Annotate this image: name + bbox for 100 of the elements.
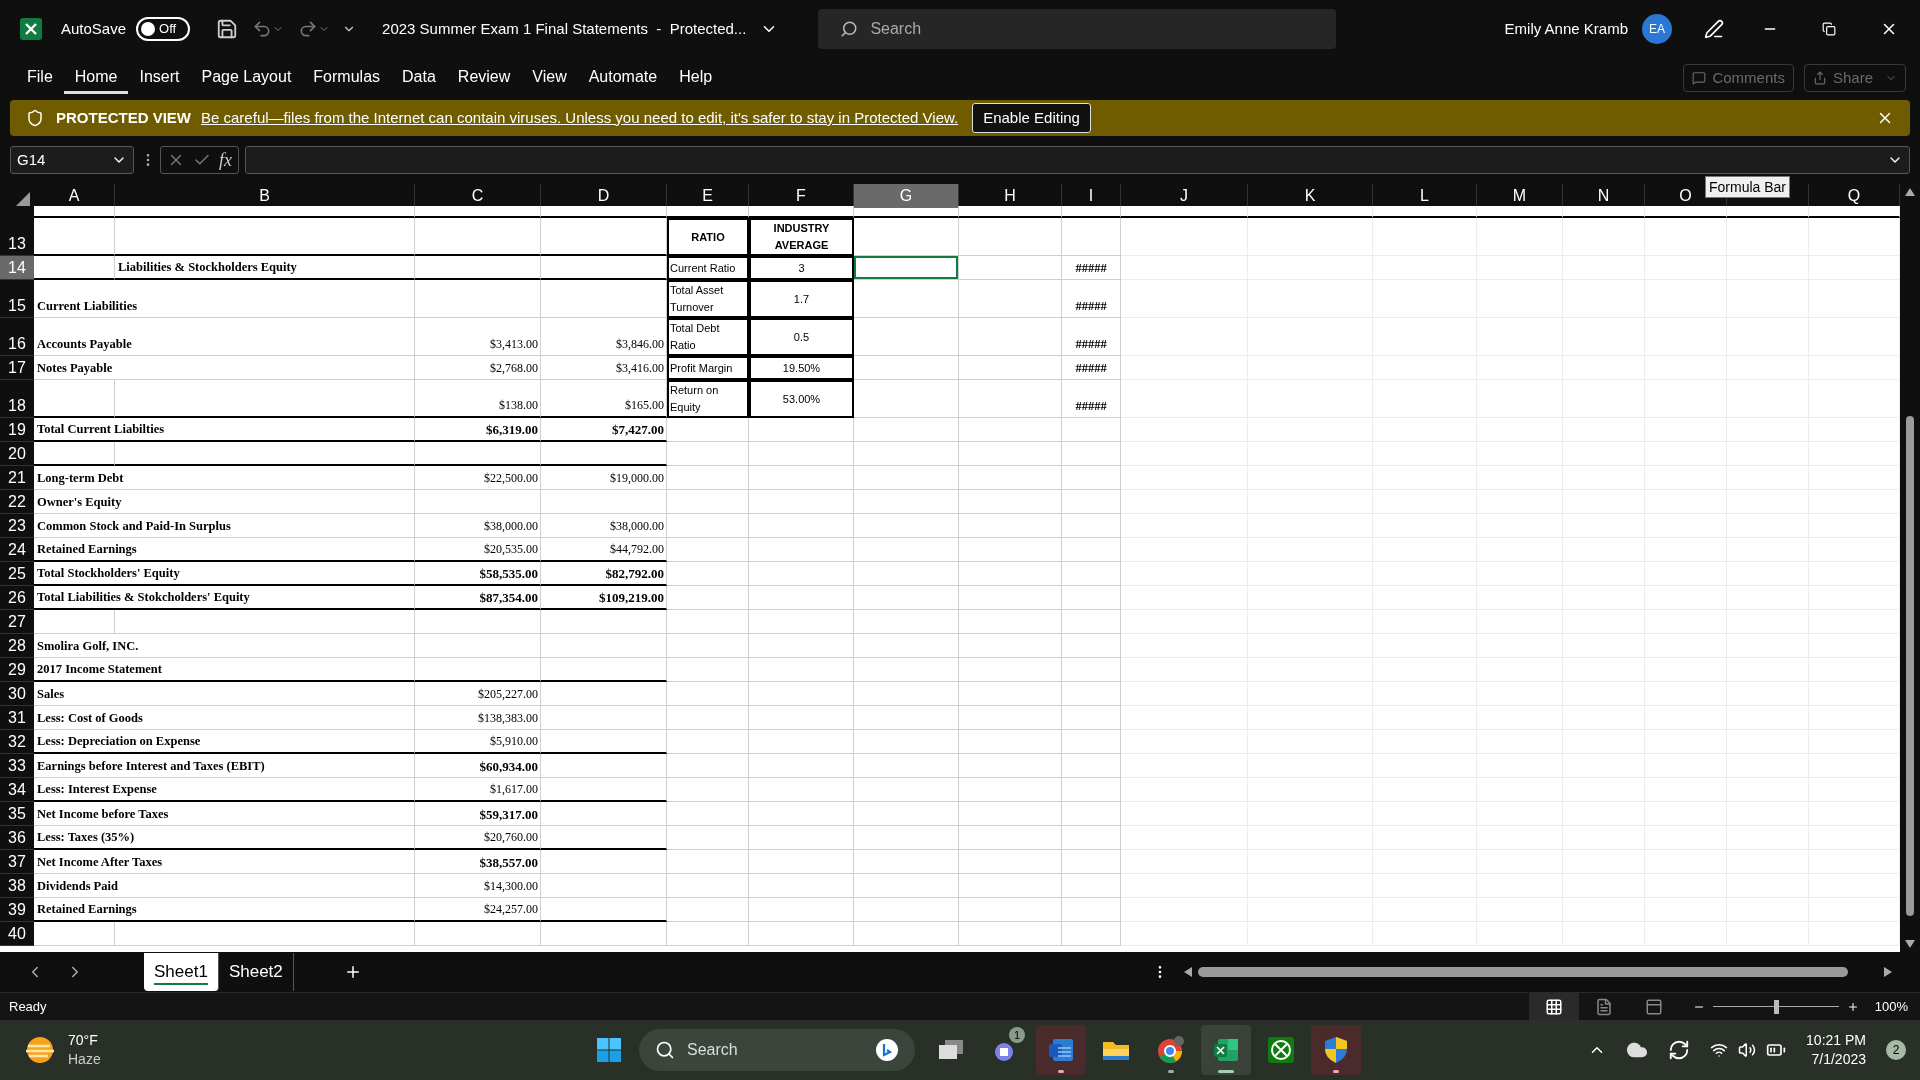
enable-editing-button[interactable]: Enable Editing	[972, 103, 1091, 133]
sheet-cell: Owner's Equity	[34, 490, 415, 514]
column-header[interactable]: J	[1121, 184, 1248, 208]
taskbar-button[interactable]	[1311, 1025, 1361, 1075]
formula-input[interactable]	[245, 146, 1910, 174]
column-header[interactable]: D	[541, 184, 667, 208]
save-icon[interactable]	[216, 18, 239, 40]
name-box[interactable]: G14	[10, 146, 134, 174]
column-header[interactable]: I	[1062, 184, 1121, 208]
row-header[interactable]: 21	[0, 466, 34, 490]
row-header[interactable]: 16	[0, 318, 34, 356]
row-header[interactable]: 33	[0, 754, 34, 778]
sheet-cell: Less: Taxes (35%)	[34, 826, 415, 850]
column-header[interactable]: G	[854, 184, 959, 208]
user-avatar[interactable]: EA	[1642, 14, 1672, 44]
warning-link[interactable]: Be careful—files from the Internet can contain viruses. Unless you need to edit, it's safer to stay in Protected View.	[201, 106, 959, 130]
column-header[interactable]: N	[1563, 184, 1645, 208]
sheet-cell: $3,413.00	[415, 318, 541, 356]
sync-icon[interactable]	[1668, 1039, 1691, 1061]
autosave-toggle[interactable]: Off	[136, 17, 191, 41]
row-header[interactable]: 38	[0, 874, 34, 898]
sheet-cell: Current Ratio	[667, 256, 749, 280]
scroll-down-icon[interactable]	[1905, 940, 1915, 948]
row-header[interactable]: 22	[0, 490, 34, 514]
row-header[interactable]: 28	[0, 634, 34, 658]
row-header[interactable]: 30	[0, 682, 34, 706]
sheet-cell: 2017 Income Statement	[34, 658, 415, 682]
sheet-cell: Common Stock and Paid-In Surplus	[34, 514, 415, 538]
column-header[interactable]: L	[1373, 184, 1477, 208]
row-header[interactable]: 31	[0, 706, 34, 730]
row-header[interactable]: 27	[0, 610, 34, 634]
column-header[interactable]: M	[1477, 184, 1563, 208]
row-header[interactable]: 35	[0, 802, 34, 826]
notification-badge[interactable]: 2	[1886, 1040, 1906, 1060]
pen-icon[interactable]	[1704, 19, 1724, 39]
row-header[interactable]: 23	[0, 514, 34, 538]
weather-icon	[24, 1034, 56, 1066]
sheet-tab[interactable]: Sheet1	[144, 953, 219, 991]
insert-function-button[interactable]: fx	[219, 146, 232, 174]
ribbon-tab[interactable]: Help	[668, 62, 724, 94]
row-header[interactable]: 29	[0, 658, 34, 682]
scroll-left-icon[interactable]	[1183, 967, 1192, 977]
ribbon-tab[interactable]: Formulas	[302, 62, 392, 94]
column-header[interactable]: K	[1248, 184, 1373, 208]
ribbon-tab[interactable]: Insert	[128, 62, 191, 94]
row-header[interactable]: 24	[0, 538, 34, 562]
row-header[interactable]: 39	[0, 898, 34, 922]
taskbar-search[interactable]: Search	[639, 1029, 915, 1071]
scroll-right-icon[interactable]	[1883, 967, 1892, 977]
row-header[interactable]: 14	[0, 256, 34, 280]
ribbon-tab[interactable]: Page Layout	[190, 62, 303, 94]
row-header[interactable]: 13	[0, 218, 34, 256]
row-header[interactable]: 34	[0, 778, 34, 802]
row-header[interactable]: 32	[0, 730, 34, 754]
zoom-slider[interactable]	[1712, 999, 1839, 1014]
scrollbar-thumb[interactable]	[1197, 967, 1848, 977]
row-header[interactable]: 25	[0, 562, 34, 586]
volume-icon[interactable]	[1738, 1041, 1757, 1059]
grid-icon	[1544, 997, 1563, 1016]
ribbon-tab[interactable]: Automate	[577, 62, 669, 94]
ribbon-tab[interactable]: Review	[446, 62, 522, 94]
sheet-cell: #####	[1062, 280, 1121, 318]
ribbon-tab[interactable]: File	[16, 62, 64, 94]
row-header[interactable]: 15	[0, 280, 34, 318]
row-header[interactable]: 26	[0, 586, 34, 610]
sheet-cell: Less: Cost of Goods	[34, 706, 415, 730]
taskbar-button[interactable]	[1036, 1025, 1086, 1075]
column-header[interactable]: E	[667, 184, 749, 208]
sheet-cell: $2,768.00	[415, 356, 541, 380]
row-header[interactable]: 20	[0, 442, 34, 466]
row-header[interactable]: 19	[0, 418, 34, 442]
zoom-level[interactable]: 100%	[1874, 996, 1908, 1017]
scroll-up-icon[interactable]	[1905, 188, 1915, 196]
search-field[interactable]: Search	[818, 9, 1337, 49]
ribbon-tab[interactable]: View	[521, 62, 578, 94]
wifi-icon[interactable]	[1710, 1041, 1729, 1059]
clock[interactable]: 10:21 PM 7/1/2023	[1806, 1031, 1866, 1069]
sheet-tab[interactable]: Sheet2	[218, 953, 294, 991]
sheet-cell: 1.7	[749, 280, 854, 318]
view-button[interactable]	[1528, 992, 1579, 1021]
row-header[interactable]: 40	[0, 922, 34, 946]
row-header[interactable]: 17	[0, 356, 34, 380]
sheet-cell: 3	[749, 256, 854, 280]
row-header[interactable]: 36	[0, 826, 34, 850]
zoom-in-icon[interactable]	[1846, 1000, 1859, 1013]
sheet-cell: $19,000.00	[541, 466, 667, 490]
sheet-cell: Return on Equity	[667, 380, 749, 418]
row-header[interactable]: 37	[0, 850, 34, 874]
row-header[interactable]: 18	[0, 380, 34, 418]
zoom-thumb[interactable]	[1773, 999, 1779, 1014]
scrollbar-thumb[interactable]	[1906, 416, 1914, 916]
ribbon-tab[interactable]: Home	[63, 62, 129, 94]
taskbar-button[interactable]: 1	[981, 1025, 1031, 1075]
column-header[interactable]: H	[959, 184, 1062, 208]
taskbar-button[interactable]	[1201, 1025, 1251, 1075]
ribbon-tab[interactable]: Data	[391, 62, 447, 94]
restore-icon[interactable]	[1822, 22, 1836, 36]
column-header[interactable]: B	[115, 184, 415, 208]
redo-icon[interactable]	[298, 19, 319, 39]
column-header[interactable]: C	[415, 184, 541, 208]
